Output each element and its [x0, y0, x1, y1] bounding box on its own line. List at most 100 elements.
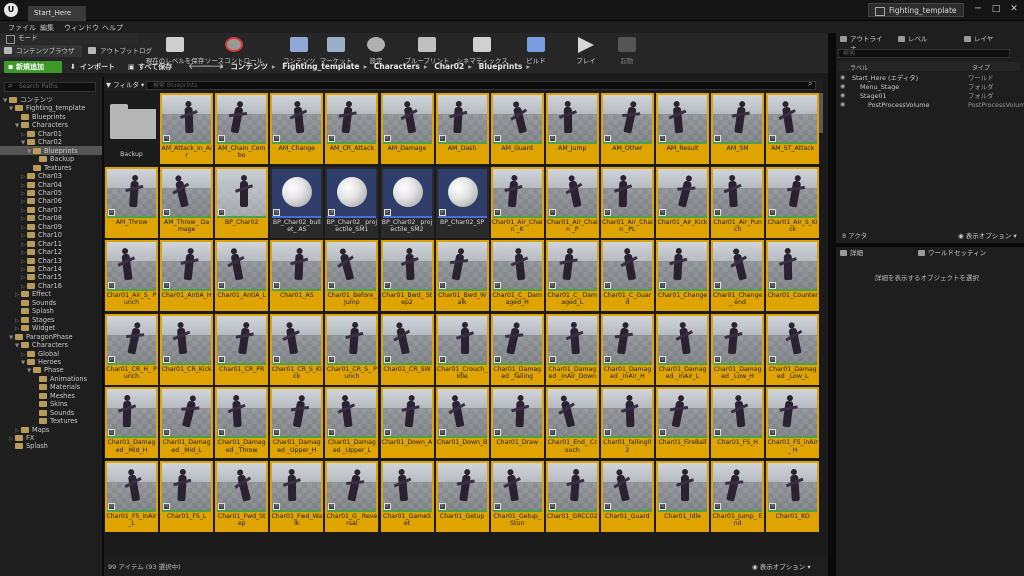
favorite-star-icon[interactable]: ☆	[383, 429, 391, 437]
tree-item[interactable]: ▷ Char11	[21, 240, 62, 248]
asset-tile[interactable]: ☆ Char01_FireBall	[656, 387, 709, 459]
favorite-star-icon[interactable]: ☆	[328, 208, 336, 216]
asset-tile[interactable]: ☆ AM_Guard	[490, 93, 544, 164]
favorite-star-icon[interactable]: ☆	[438, 429, 446, 437]
asset-tile[interactable]: ☆ Char01_Bwd_ Step2	[380, 240, 434, 312]
asset-scrollbar[interactable]	[819, 93, 823, 133]
asset-tile[interactable]: ☆ Char01_Damaged _Throw	[215, 387, 269, 459]
tree-item[interactable]: ▷ Char05	[21, 189, 62, 197]
tree-item[interactable]: ▼ ParagonPhase	[9, 333, 73, 341]
asset-tile[interactable]: ☆ Char01_Guard	[600, 461, 654, 532]
asset-tile[interactable]: ☆ AM_Chain_Combo	[215, 93, 269, 164]
minimize-icon[interactable]: ─	[970, 3, 986, 15]
view-options-button[interactable]: ◉ 表示オプション ▾	[752, 561, 811, 571]
favorite-star-icon[interactable]: ☆	[273, 429, 281, 437]
asset-tile[interactable]: ☆ AM_Jump	[545, 93, 599, 164]
breadcrumb-item[interactable]: Fighting_template	[282, 62, 359, 71]
asset-tile[interactable]: ☆ Char01_CR_S_Kick	[270, 313, 324, 385]
asset-tile[interactable]: ☆ AM_SM	[711, 93, 765, 164]
tree-item[interactable]: ▷ Maps	[15, 426, 49, 434]
tree-item[interactable]: ▼ Phase	[27, 366, 64, 374]
asset-tile[interactable]: ☆ Char01_Damaged _Low_L	[766, 313, 820, 385]
favorite-star-icon[interactable]: ☆	[493, 355, 501, 363]
favorite-star-icon[interactable]: ☆	[108, 503, 115, 510]
asset-tile[interactable]: ☆ Char01_Air_S_Kick	[766, 166, 820, 238]
asset-tile[interactable]: ☆ Char01_AntiA_H	[160, 240, 214, 312]
visibility-eye-icon[interactable]: ◉	[840, 83, 845, 90]
add-new-button[interactable]: 新規追加	[4, 61, 62, 73]
favorite-star-icon[interactable]: ☆	[273, 208, 281, 216]
tree-item[interactable]: ▷ Char08	[21, 214, 62, 222]
tree-item[interactable]: Splash	[15, 307, 54, 315]
favorite-star-icon[interactable]: ☆	[163, 208, 171, 216]
asset-tile[interactable]: ☆ Char01_C_Guard	[600, 240, 654, 312]
asset-tile[interactable]: ☆ AM_Change	[270, 93, 324, 164]
tree-item[interactable]: Animations	[33, 375, 87, 383]
favorite-star-icon[interactable]: ☆	[493, 208, 501, 216]
favorite-star-icon[interactable]: ☆	[493, 282, 501, 290]
tab-world-settings[interactable]: ワールドセッティン	[916, 248, 992, 258]
panel-divider[interactable]	[828, 33, 836, 576]
asset-tile[interactable]: ☆ Char01_CR_S_ Punch	[325, 313, 379, 385]
favorite-star-icon[interactable]: ☆	[548, 429, 556, 437]
tree-item[interactable]: ▷ Effect	[15, 290, 51, 298]
tab-levels[interactable]: レベル	[896, 34, 932, 44]
favorite-star-icon[interactable]: ☆	[438, 208, 446, 216]
outliner-row[interactable]: Start_Here (エディタ)	[852, 74, 918, 82]
outliner-row[interactable]: PostProcessVolume	[868, 101, 929, 109]
asset-tile[interactable]: ☆ Char01_Damaged _Upper_L	[325, 387, 379, 459]
favorite-star-icon[interactable]: ☆	[273, 135, 281, 142]
favorite-star-icon[interactable]: ☆	[659, 429, 666, 437]
tree-item[interactable]: ▼ Blueprints	[27, 147, 78, 155]
favorite-star-icon[interactable]: ☆	[328, 429, 336, 437]
tab-content-browser[interactable]: コンテンツブラウザ	[0, 45, 82, 57]
favorite-star-icon[interactable]: ☆	[714, 429, 722, 437]
tree-item[interactable]: Splash	[9, 442, 48, 450]
asset-tile[interactable]: ☆ Char01_Idle	[656, 461, 709, 532]
asset-tile[interactable]: ☆ BP_Char02_ projectile_SM1	[325, 166, 379, 238]
asset-tile[interactable]: ☆ Char01_Draw	[490, 387, 544, 459]
favorite-star-icon[interactable]: ☆	[438, 503, 446, 510]
favorite-star-icon[interactable]: ☆	[769, 282, 777, 290]
favorite-star-icon[interactable]: ☆	[548, 503, 556, 510]
favorite-star-icon[interactable]: ☆	[163, 503, 171, 510]
asset-tile[interactable]: ☆ Char01_Damaged _Mid_H	[105, 387, 158, 459]
tree-item[interactable]: Sounds	[15, 299, 56, 307]
favorite-star-icon[interactable]: ☆	[218, 503, 226, 510]
tree-item[interactable]: ▷ Char09	[21, 223, 62, 231]
tree-item[interactable]: Meshes	[33, 392, 75, 400]
favorite-star-icon[interactable]: ☆	[603, 429, 611, 437]
favorite-star-icon[interactable]: ☆	[603, 282, 611, 290]
favorite-star-icon[interactable]: ☆	[659, 282, 666, 290]
asset-tile[interactable]: ☆ Char01_CR_SW	[380, 313, 434, 385]
asset-tile[interactable]: ☆ Char01_Down_A	[380, 387, 434, 459]
favorite-star-icon[interactable]: ☆	[769, 135, 777, 142]
favorite-star-icon[interactable]: ☆	[714, 282, 722, 290]
favorite-star-icon[interactable]: ☆	[769, 429, 777, 437]
tree-item[interactable]: ▼ Char02	[21, 138, 62, 146]
tree-item[interactable]: Materials	[33, 383, 80, 391]
favorite-star-icon[interactable]: ☆	[163, 282, 171, 290]
tree-item[interactable]: ▷ Char04	[21, 181, 62, 189]
asset-tile[interactable]: ☆ AM_Throw_ Damage	[160, 166, 214, 238]
favorite-star-icon[interactable]: ☆	[218, 282, 226, 290]
tree-item[interactable]: ▷ Char10	[21, 231, 62, 239]
asset-tile[interactable]: ☆ Char01_AS	[270, 240, 324, 312]
tab-outliner[interactable]: アウトライナ	[838, 34, 886, 53]
favorite-star-icon[interactable]: ☆	[714, 355, 722, 363]
tree-item[interactable]: Sounds	[33, 409, 74, 417]
tree-item[interactable]: Blueprints	[15, 113, 66, 121]
favorite-star-icon[interactable]: ☆	[769, 208, 777, 216]
favorite-star-icon[interactable]: ☆	[548, 135, 556, 142]
tree-item[interactable]: ▷ Global	[21, 350, 59, 358]
asset-tile[interactable]: ☆ Char01_KO	[766, 461, 820, 532]
favorite-star-icon[interactable]: ☆	[383, 282, 391, 290]
favorite-star-icon[interactable]: ☆	[659, 208, 666, 216]
tree-item[interactable]: Textures	[27, 164, 72, 172]
asset-tile[interactable]: ☆ AM_Damage	[380, 93, 434, 164]
visibility-eye-icon[interactable]: ◉	[840, 92, 845, 99]
folder-tile[interactable]: Backup	[105, 93, 158, 164]
asset-tile[interactable]: ☆ Char01_Damaged _Mid_L	[160, 387, 214, 459]
favorite-star-icon[interactable]: ☆	[218, 355, 226, 363]
menu-edit[interactable]: 編集	[40, 23, 54, 33]
